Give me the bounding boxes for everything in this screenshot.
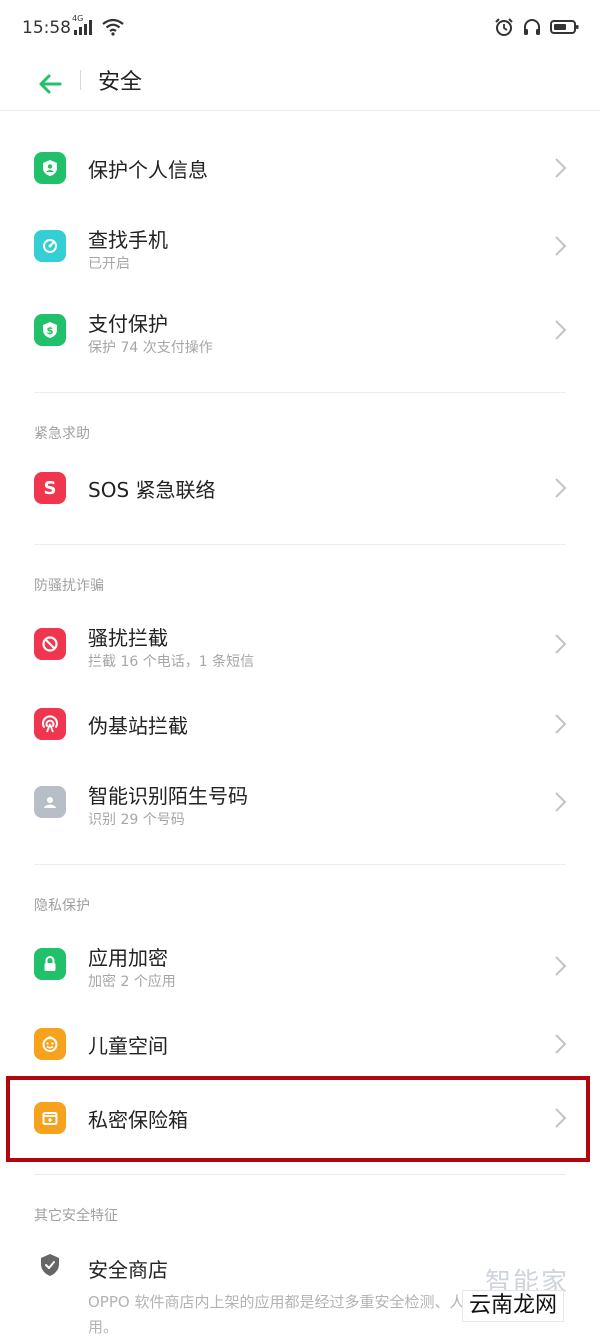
row-title: 保护个人信息 (88, 158, 208, 182)
status-time: 15:58 (22, 18, 71, 38)
alarm-icon (494, 17, 514, 37)
nav-separator (80, 70, 81, 90)
list-item-payment-protection[interactable]: $ 支付保护 保护 74 次支付操作 (0, 294, 600, 378)
list-item-app-lock[interactable]: 应用加密 加密 2 个应用 (0, 924, 600, 1008)
divider (34, 544, 566, 545)
chevron-right-icon (555, 792, 567, 812)
row-subtitle: 已开启 (88, 256, 130, 272)
status-bar: 15:58 4G (0, 0, 600, 58)
section-header-anti-fraud: 防骚扰诈骗 (34, 578, 104, 594)
section-header-other: 其它安全特征 (34, 1208, 118, 1224)
lock-icon (34, 948, 66, 980)
chevron-right-icon (555, 1034, 567, 1054)
block-icon (34, 628, 66, 660)
row-subtitle: 保护 74 次支付操作 (88, 340, 213, 356)
chevron-right-icon (555, 320, 567, 340)
battery-icon (550, 19, 580, 35)
wifi-icon (102, 18, 124, 36)
signal-tower-icon (34, 708, 66, 740)
contact-card-icon (34, 786, 66, 818)
row-subtitle: 识别 29 个号码 (88, 812, 185, 828)
list-item-kids-space[interactable]: 儿童空间 (0, 1008, 600, 1080)
sos-icon-letter: S (43, 477, 57, 499)
row-title: 儿童空间 (88, 1034, 168, 1058)
highlight-box (6, 1076, 590, 1162)
row-title: SOS 紧急联络 (88, 478, 216, 502)
chevron-right-icon (555, 634, 567, 654)
back-button[interactable] (32, 66, 68, 102)
chevron-right-icon (555, 158, 567, 178)
chevron-right-icon (555, 236, 567, 256)
watermark-logo: 云南龙网 (462, 1290, 565, 1322)
list-item-protect-info[interactable]: 保护个人信息 (0, 126, 600, 210)
page-title: 安全 (98, 70, 143, 95)
payment-shield-icon: $ (34, 314, 66, 346)
row-title: 安全商店 (88, 1258, 168, 1282)
signal-icon: 4G (72, 14, 96, 36)
chevron-right-icon (555, 956, 567, 976)
security-shield-icon (38, 1252, 62, 1278)
row-title: 智能识别陌生号码 (88, 784, 248, 808)
headset-icon (522, 17, 542, 37)
status-icons-left: 4G (72, 14, 124, 36)
section-header-privacy: 隐私保护 (34, 898, 90, 914)
list-item-sos[interactable]: S SOS 紧急联络 (0, 446, 600, 530)
chevron-right-icon (555, 478, 567, 498)
chevron-right-icon (555, 714, 567, 734)
row-title: 应用加密 (88, 946, 168, 970)
divider (34, 1174, 566, 1175)
list-item-identify-numbers[interactable]: 智能识别陌生号码 识别 29 个号码 (0, 762, 600, 846)
row-title: 查找手机 (88, 228, 168, 252)
status-icons-right (494, 17, 580, 37)
divider (34, 392, 566, 393)
list-item-find-phone[interactable]: 查找手机 已开启 (0, 210, 600, 294)
kid-face-icon (34, 1028, 66, 1060)
row-title: 支付保护 (88, 312, 168, 336)
section-header-emergency: 紧急求助 (34, 426, 90, 442)
back-arrow-icon (38, 74, 62, 94)
row-title: 骚扰拦截 (88, 626, 168, 650)
sos-icon: S (34, 472, 66, 504)
nav-bar: 安全 (0, 58, 600, 111)
user-shield-icon (34, 152, 66, 184)
list-item-pseudo-base-station[interactable]: 伪基站拦截 (0, 686, 600, 762)
row-subtitle: 拦截 16 个电话，1 条短信 (88, 654, 255, 670)
find-phone-icon (34, 230, 66, 262)
list-item-harassment-block[interactable]: 骚扰拦截 拦截 16 个电话，1 条短信 (0, 602, 600, 686)
row-title: 伪基站拦截 (88, 714, 188, 738)
svg-text:$: $ (47, 326, 54, 337)
divider (34, 864, 566, 865)
row-subtitle: 加密 2 个应用 (88, 974, 176, 990)
